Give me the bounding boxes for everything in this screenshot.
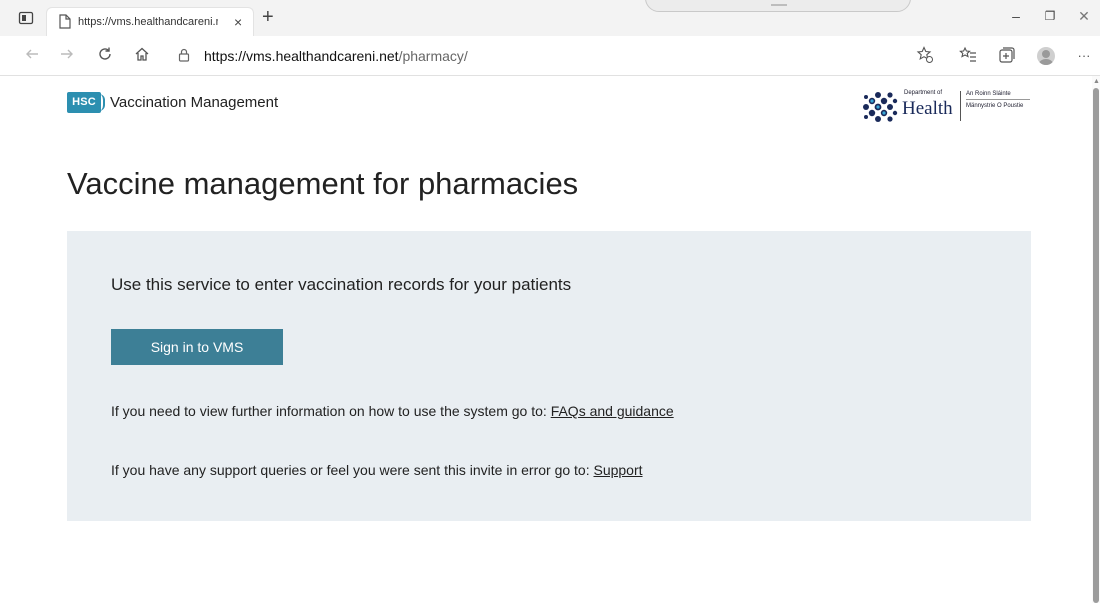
url-host: https://vms.healthandcareni.net — [204, 48, 399, 64]
forward-arrow-icon[interactable] — [57, 46, 77, 66]
refresh-icon[interactable] — [95, 46, 115, 66]
hsc-logo-text: HSC — [72, 96, 96, 108]
url-path: /pharmacy/ — [398, 48, 468, 64]
support-link[interactable]: Support — [593, 462, 642, 478]
browser-tab-bar: https://vms.healthandcareni.net/ × + – ❐… — [0, 0, 1100, 36]
page-title: Vaccine management for pharmacies — [67, 166, 579, 201]
doh-dots-icon — [863, 92, 898, 122]
hsc-logo[interactable]: HSC — [67, 92, 105, 113]
support-info-text: If you have any support queries or feel … — [111, 462, 590, 478]
new-tab-button[interactable]: + — [262, 7, 274, 27]
minimize-button[interactable]: – — [1006, 8, 1026, 24]
doh-irish-name: An Roinn Sláinte — [966, 91, 1011, 97]
url-text[interactable]: https://vms.healthandcareni.net/pharmacy… — [204, 48, 468, 64]
doh-health-wordmark: Health — [902, 98, 953, 119]
home-icon[interactable] — [132, 46, 152, 66]
lock-icon[interactable] — [178, 48, 190, 62]
more-options-icon[interactable]: ··· — [1074, 46, 1094, 66]
site-title[interactable]: Vaccination Management — [110, 94, 278, 111]
hsc-logo-swoosh — [99, 94, 105, 111]
faqs-link[interactable]: FAQs and guidance — [551, 403, 674, 419]
favorites-icon[interactable] — [958, 46, 978, 66]
browser-tab[interactable]: https://vms.healthandcareni.net/ × — [46, 7, 254, 36]
doh-ulster-scots-name: Männystrie O Poustie — [966, 103, 1024, 109]
back-arrow-icon[interactable] — [22, 46, 42, 66]
scroll-up-arrow-icon[interactable]: ▲ — [1093, 78, 1100, 85]
scrollbar-thumb[interactable] — [1093, 88, 1099, 603]
support-info-line: If you have any support queries or feel … — [111, 462, 643, 478]
window-drag-handle[interactable] — [645, 0, 911, 12]
page-icon — [59, 14, 71, 29]
panel-lead-text: Use this service to enter vaccination re… — [111, 275, 572, 294]
tab-actions-icon[interactable] — [18, 10, 34, 26]
page-scrollbar[interactable]: ▲ — [1092, 76, 1100, 603]
close-tab-icon[interactable]: × — [234, 14, 242, 30]
sign-in-panel: Use this service to enter vaccination re… — [67, 231, 1031, 521]
department-of-health-logo: Department of Health An Roinn Sláinte Mä… — [860, 87, 1035, 127]
faq-info-text: If you need to view further information … — [111, 403, 547, 419]
add-favorite-icon[interactable] — [915, 46, 935, 66]
doh-divider — [960, 91, 961, 121]
page-content: HSC Vaccination Management Department of… — [0, 77, 1092, 603]
sign-in-button[interactable]: Sign in to VMS — [111, 329, 283, 365]
address-bar[interactable]: https://vms.healthandcareni.net/pharmacy… — [168, 40, 938, 70]
doh-department-of: Department of — [904, 90, 943, 96]
collections-icon[interactable] — [997, 46, 1017, 66]
profile-avatar[interactable] — [1037, 47, 1055, 65]
close-window-button[interactable]: ✕ — [1074, 8, 1094, 24]
maximize-button[interactable]: ❐ — [1040, 8, 1060, 24]
tab-title: https://vms.healthandcareni.net/ — [78, 16, 218, 28]
doh-underline — [966, 99, 1030, 100]
browser-toolbar: https://vms.healthandcareni.net/pharmacy… — [0, 36, 1100, 76]
faq-info-line: If you need to view further information … — [111, 403, 674, 419]
